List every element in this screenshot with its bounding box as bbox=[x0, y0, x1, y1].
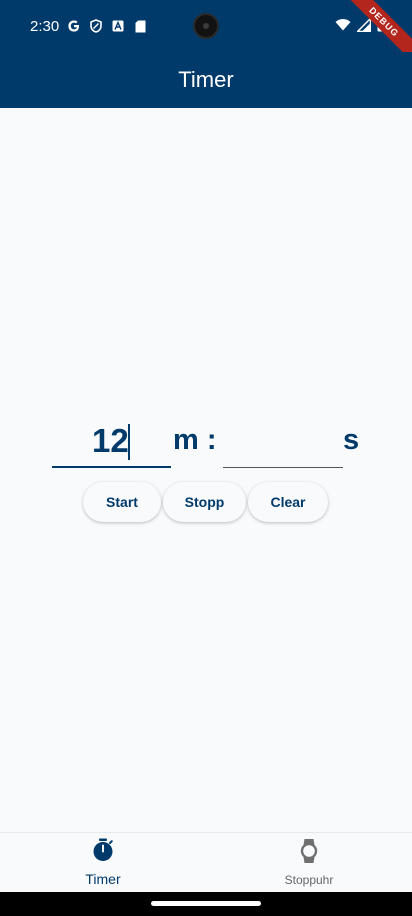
minutes-unit-label: m : bbox=[173, 424, 217, 456]
nav-item-timer[interactable]: Timer bbox=[0, 833, 206, 892]
google-icon bbox=[67, 19, 81, 33]
page-title: Timer bbox=[178, 67, 234, 92]
timer-icon bbox=[92, 838, 114, 867]
status-time: 2:30 bbox=[30, 17, 60, 35]
nav-label-stopwatch: Stoppuhr bbox=[284, 873, 334, 887]
stop-button[interactable]: Stopp bbox=[163, 482, 246, 522]
seconds-input[interactable] bbox=[223, 420, 343, 468]
sd-card-icon bbox=[133, 19, 147, 33]
minutes-input[interactable]: 12 bbox=[52, 420, 171, 468]
front-camera bbox=[193, 13, 219, 39]
nav-label-timer: Timer bbox=[85, 871, 121, 887]
signal-icon bbox=[355, 16, 372, 36]
timer-controls: Start Stopp Clear bbox=[83, 482, 328, 522]
text-cursor bbox=[128, 424, 130, 460]
status-bar: 2:30 DEBUG bbox=[0, 0, 412, 64]
seconds-unit-label: s bbox=[343, 424, 360, 456]
shield-icon bbox=[89, 19, 103, 33]
status-left: 2:30 bbox=[30, 18, 147, 35]
clear-button[interactable]: Clear bbox=[248, 482, 328, 522]
timer-input-row: 12 m : s bbox=[52, 420, 372, 468]
watch-icon bbox=[300, 838, 318, 869]
a-box-icon bbox=[111, 19, 125, 33]
nav-item-stopwatch[interactable]: Stoppuhr bbox=[206, 833, 412, 892]
system-gesture-area bbox=[0, 892, 412, 916]
start-button[interactable]: Start bbox=[83, 482, 161, 522]
home-gesture-bar[interactable] bbox=[151, 901, 261, 906]
timer-content: 12 m : s Start Stopp Clear bbox=[0, 108, 412, 832]
bottom-navigation: Timer Stoppuhr bbox=[0, 832, 412, 892]
minutes-value: 12 bbox=[92, 422, 129, 459]
wifi-icon bbox=[335, 18, 351, 35]
app-bar: Timer bbox=[0, 52, 412, 108]
